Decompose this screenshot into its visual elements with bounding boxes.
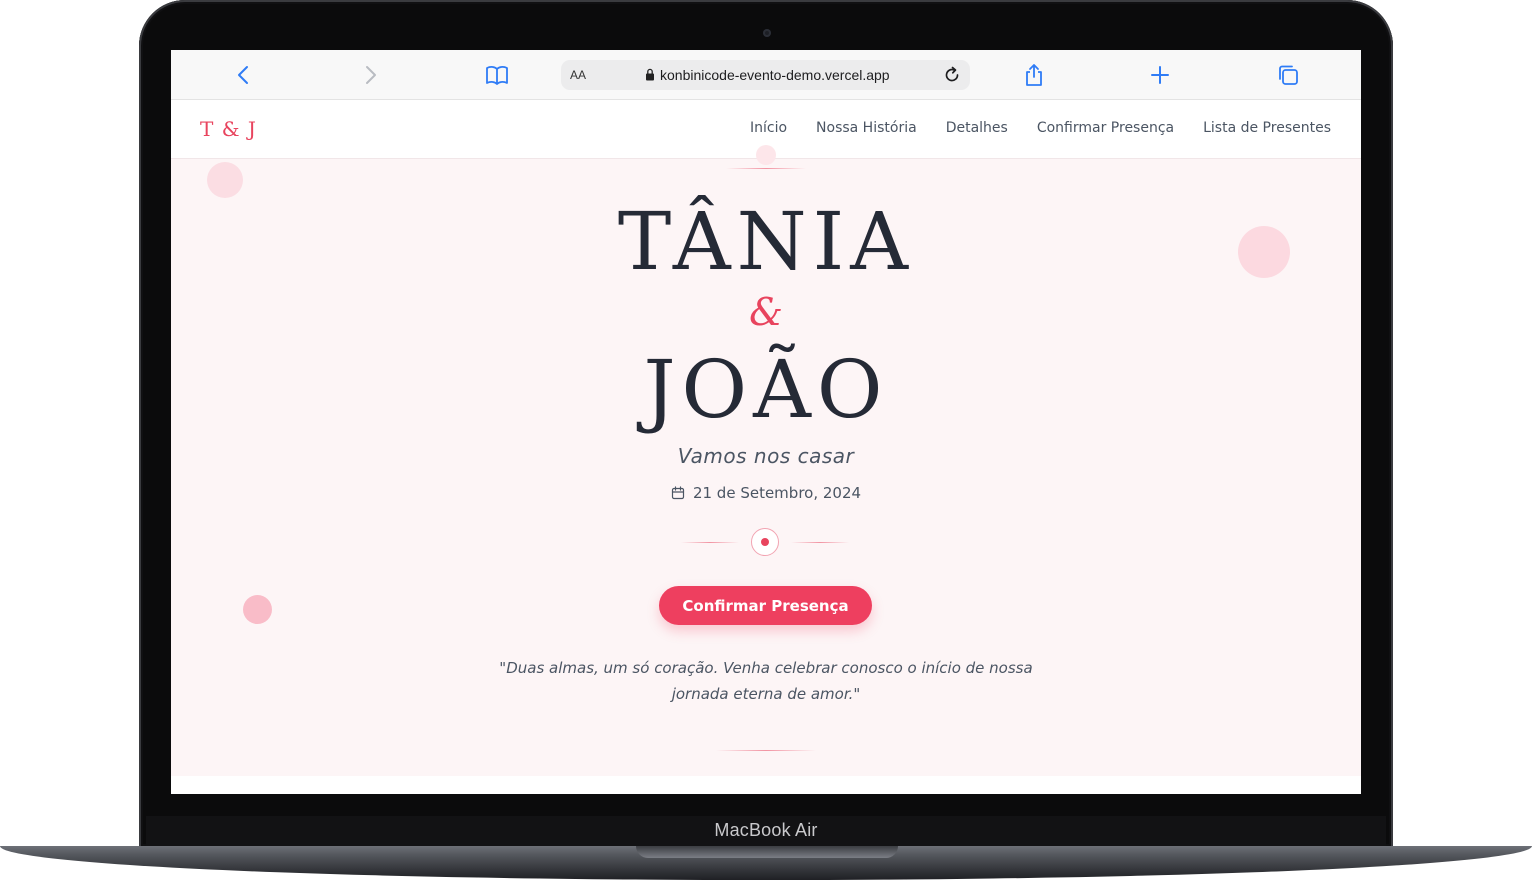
groom-name: JOÃO (643, 343, 889, 436)
decorative-bubble (756, 145, 776, 165)
share-icon[interactable] (1021, 62, 1047, 88)
laptop-notch (636, 846, 898, 858)
decorative-bubble (243, 595, 272, 624)
chevron-right-icon[interactable] (357, 62, 383, 88)
site-logo[interactable]: T & J (200, 117, 257, 141)
divider-ring-icon (751, 528, 779, 556)
hero-quote: "Duas almas, um só coração. Venha celebr… (476, 655, 1056, 707)
nav-item-inicio[interactable]: Início (750, 120, 787, 136)
confirm-presence-button[interactable]: Confirmar Presença (659, 586, 872, 625)
hero-section: TÂNIA & JOÃO Vamos nos casar 21 de Setem… (171, 145, 1361, 776)
hero-quote-line-1: "Duas almas, um só coração. Venha celebr… (499, 659, 1033, 677)
calendar-icon (671, 486, 685, 500)
url-text: konbinicode-evento-demo.vercel.app (660, 67, 890, 83)
event-date-text: 21 de Setembro, 2024 (692, 484, 862, 502)
camera-icon (763, 29, 771, 37)
main-nav: Início Nossa História Detalhes Confirmar… (750, 120, 1331, 136)
hero-subtitle: Vamos nos casar (677, 444, 855, 468)
lock-icon (645, 68, 655, 81)
decorative-bubble (207, 162, 243, 198)
divider-line-left (681, 542, 739, 543)
nav-item-nossa-historia[interactable]: Nossa História (816, 120, 917, 136)
plus-icon[interactable] (1147, 62, 1173, 88)
tabs-icon[interactable] (1275, 62, 1301, 88)
reader-settings-button[interactable]: AA (570, 68, 586, 82)
bride-name: TÂNIA (617, 195, 915, 288)
divider-line-right (791, 542, 849, 543)
nav-item-detalhes[interactable]: Detalhes (946, 120, 1008, 136)
page-continuation (171, 776, 1361, 794)
book-icon[interactable] (484, 62, 510, 88)
screen: AA konbinicode-evento-demo.vercel.app T … (171, 50, 1361, 794)
address-bar[interactable]: AA konbinicode-evento-demo.vercel.app (561, 60, 970, 90)
reload-icon[interactable] (942, 65, 962, 85)
decorative-line (726, 168, 806, 169)
nav-item-lista-de-presentes[interactable]: Lista de Presentes (1203, 120, 1331, 136)
nav-item-confirmar-presenca[interactable]: Confirmar Presença (1037, 120, 1174, 136)
ampersand: & (749, 290, 783, 334)
event-date: 21 de Setembro, 2024 (171, 484, 1361, 502)
chevron-left-icon[interactable] (231, 62, 257, 88)
decorative-line (716, 750, 816, 751)
hero-quote-line-2: jornada eterna de amor." (671, 685, 861, 703)
browser-toolbar: AA konbinicode-evento-demo.vercel.app (171, 50, 1361, 100)
device-label: MacBook Air (714, 820, 818, 840)
